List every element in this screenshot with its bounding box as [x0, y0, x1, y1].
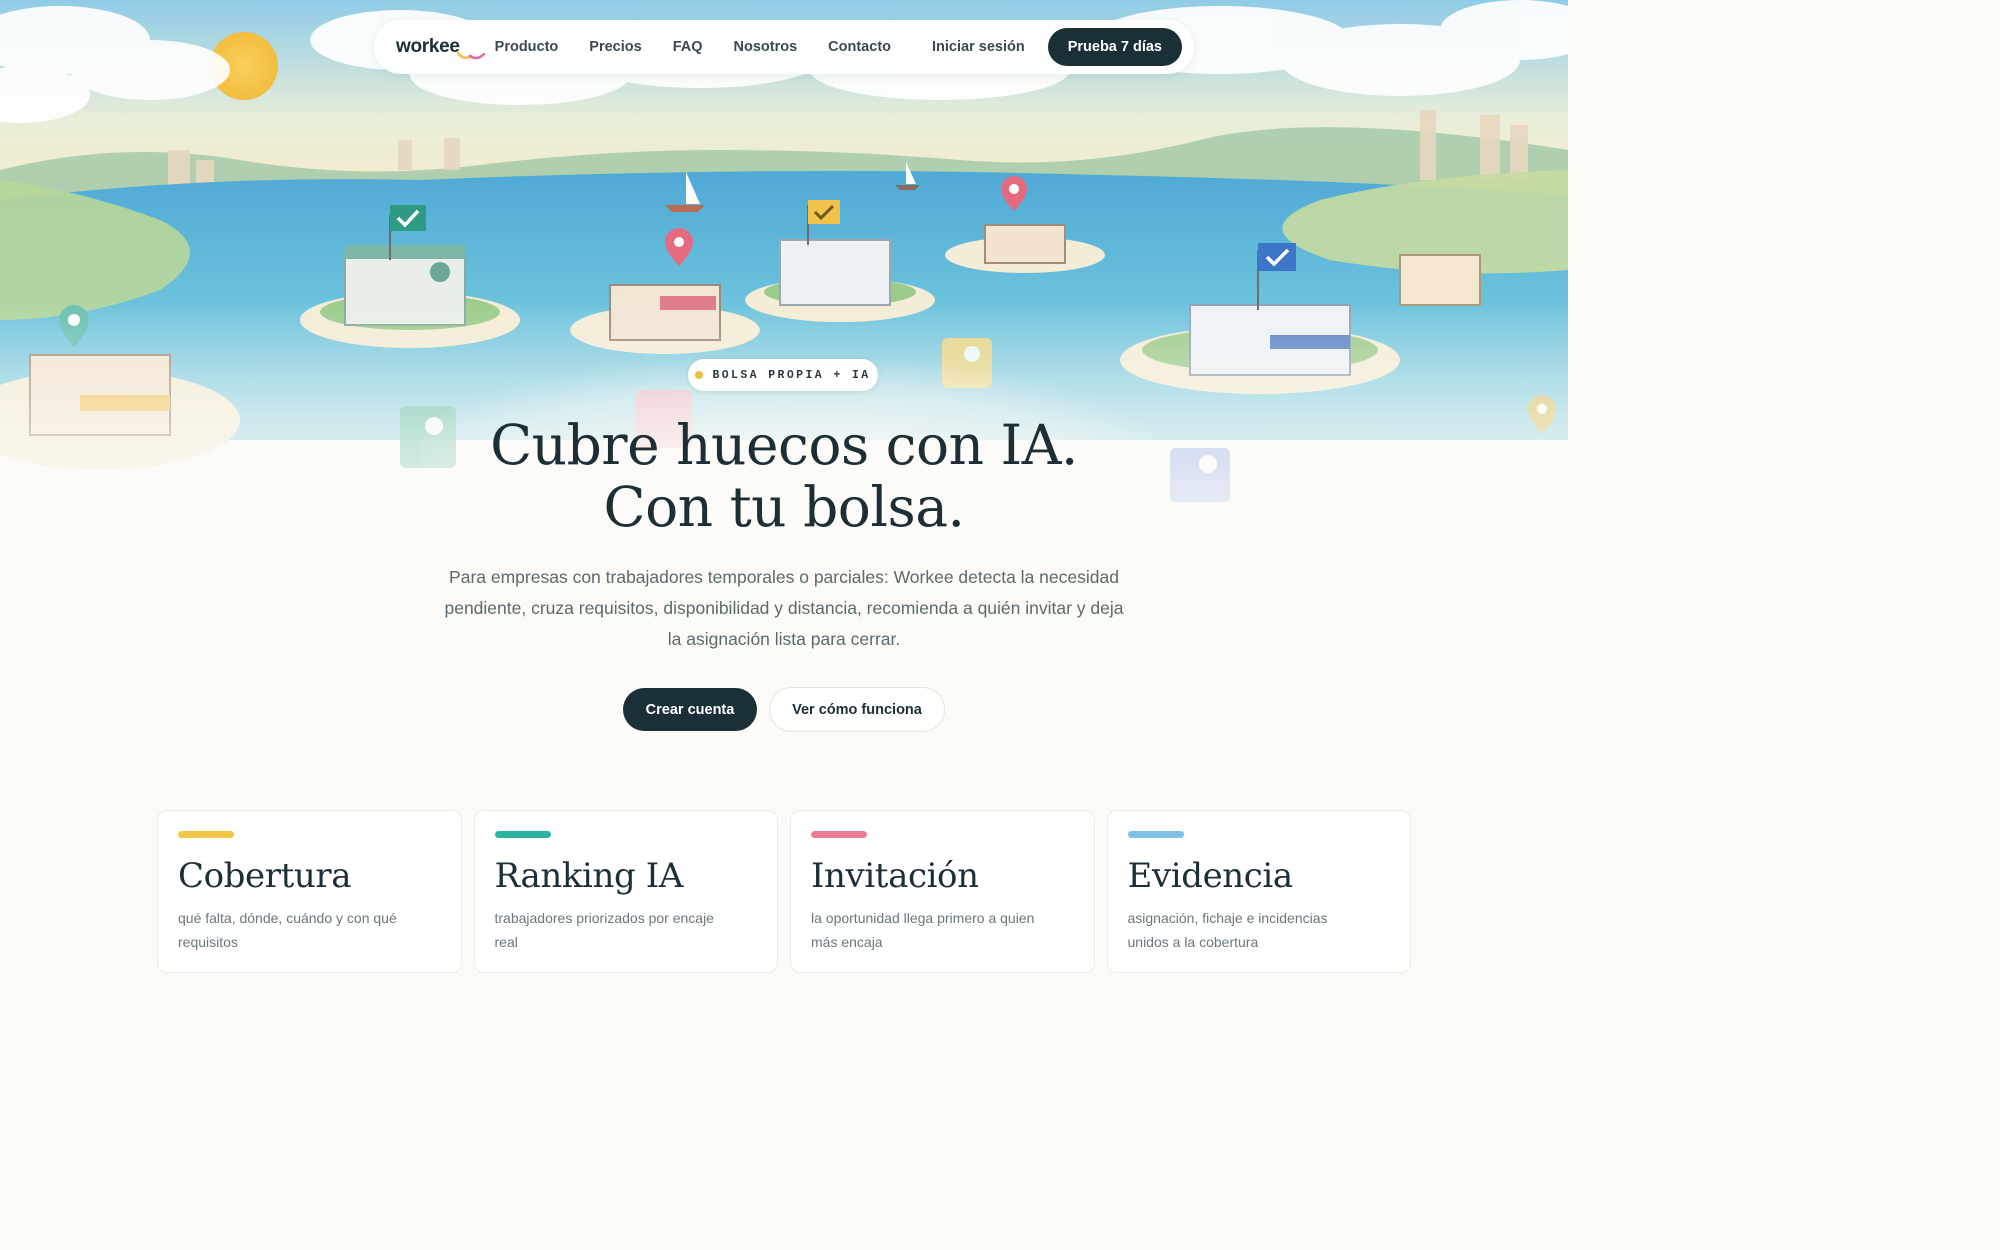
- card-accent-bar: [494, 831, 551, 838]
- feature-card-cobertura: Cobertura qué falta, dónde, cuándo y con…: [157, 810, 462, 973]
- login-link[interactable]: Iniciar sesión: [932, 39, 1025, 55]
- logo-text: workee: [396, 36, 460, 57]
- card-accent-bar: [1127, 831, 1184, 838]
- logo-smile-icon: [456, 51, 486, 60]
- nav-link-producto[interactable]: Producto: [495, 39, 559, 55]
- hero-subtitle: Para empresas con trabajadores temporale…: [444, 567, 1124, 649]
- card-title: Evidencia: [1127, 856, 1294, 896]
- how-it-works-button[interactable]: Ver cómo funciona: [769, 687, 945, 732]
- create-account-button[interactable]: Crear cuenta: [623, 688, 757, 731]
- workee-logo[interactable]: workee: [396, 36, 486, 60]
- card-description: la oportunidad llega primero a quien más…: [811, 910, 1035, 950]
- nav-link-contacto[interactable]: Contacto: [828, 39, 891, 55]
- card-title: Cobertura: [178, 856, 352, 896]
- top-navigation: workee Producto Precios FAQ Nosotros Con…: [374, 20, 1194, 74]
- trial-button[interactable]: Prueba 7 días: [1047, 28, 1182, 66]
- feature-cards: Cobertura qué falta, dónde, cuándo y con…: [157, 810, 1411, 980]
- feature-card-ranking-ia: Ranking IA trabajadores priorizados por …: [473, 810, 778, 973]
- card-title: Ranking IA: [494, 856, 684, 896]
- card-description: asignación, fichaje e incidencias unidos…: [1127, 910, 1328, 950]
- nav-link-nosotros[interactable]: Nosotros: [734, 39, 798, 55]
- hero-badge: BOLSA PROPIA + IA: [688, 359, 878, 391]
- headline-line-2: Con tu bolsa.: [603, 475, 965, 539]
- feature-card-evidencia: Evidencia asignación, fichaje e incidenc…: [1106, 810, 1411, 973]
- hero-headline: Cubre huecos con IA. Con tu bolsa.: [384, 414, 1184, 538]
- badge-label: BOLSA PROPIA + IA: [712, 368, 871, 382]
- badge-dot-icon: [695, 371, 704, 379]
- card-accent-bar: [811, 831, 867, 838]
- headline-line-1: Cubre huecos con IA.: [490, 413, 1078, 477]
- card-description: qué falta, dónde, cuándo y con qué requi…: [178, 910, 397, 950]
- card-accent-bar: [178, 831, 234, 838]
- nav-link-precios[interactable]: Precios: [589, 39, 641, 55]
- card-description: trabajadores priorizados por encaje real: [494, 910, 714, 950]
- feature-card-invitacion: Invitación la oportunidad llega primero …: [790, 810, 1095, 973]
- nav-link-faq[interactable]: FAQ: [673, 39, 703, 55]
- card-title: Invitación: [811, 856, 979, 896]
- nav-links: Producto Precios FAQ Nosotros Contacto I…: [495, 39, 1048, 55]
